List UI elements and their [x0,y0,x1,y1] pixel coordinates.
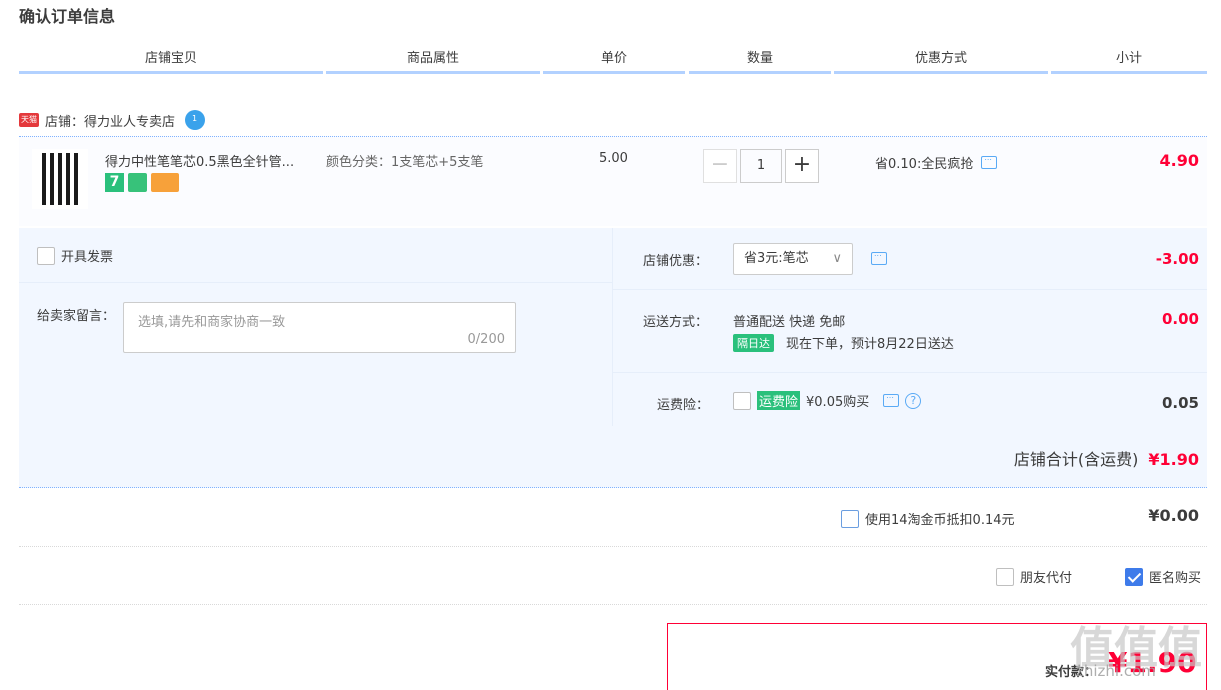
comment-icon[interactable] [871,249,887,265]
order-item-row: 得力中性笔笔芯0.5黑色全针管... 7 颜色分类：1支笔芯+5支笔 5.00 … [19,136,1207,226]
credit-card-icon [151,173,179,192]
memo-placeholder: 选填,请先和商家协商一致 [138,315,286,330]
guarantee-icon [128,173,147,192]
insurance-price: ¥0.05购买 [806,395,870,410]
insurance-option: 运费险 ¥0.05购买 ? [733,391,922,410]
quantity-input[interactable]: 1 [740,149,782,183]
help-icon[interactable]: ? [905,392,922,409]
shop-discount-select[interactable]: 省3元:笔芯 ∨ [733,243,853,275]
taojinbi-option[interactable]: 使用14淘金币抵扣0.14元 [841,509,1015,528]
shop-total-amount: ¥1.90 [1148,450,1199,469]
shop-header: 天猫 店铺：得力业人专卖店 [19,108,206,132]
memo-textarea[interactable]: 选填,请先和商家协商一致 0/200 [123,302,516,353]
taojinbi-checkbox[interactable] [841,509,859,528]
shop-discount-label: 店铺优惠： [643,254,709,269]
delivery-eta: 现在下单，预计8月22日送达 [786,337,954,352]
friend-pay-label: 朋友代付 [1020,571,1073,586]
friend-pay-option[interactable]: 朋友代付 [996,567,1072,586]
tmall-icon: 天猫 [19,113,39,127]
taojinbi-label: 使用14淘金币抵扣0.14元 [865,513,1015,528]
invoice-label: 开具发票 [61,250,114,265]
product-thumbnail[interactable] [32,149,88,209]
shop-discount-row: 店铺优惠： 省3元:笔芯 ∨ -3.00 [613,228,1207,290]
product-title-link[interactable]: 得力中性笔笔芯0.5黑色全针管... [105,151,320,170]
insurance-amount: 0.05 [1161,394,1199,412]
insurance-tag: 运费险 [757,391,801,410]
shop-discount-value: 省3元:笔芯 [744,251,809,266]
shop-total-label: 店铺合计(含运费) [1013,450,1139,469]
taojinbi-amount: ¥0.00 [1148,506,1199,525]
col-shop-item: 店铺宝贝 [19,48,323,74]
delivery-estimate: 隔日达 现在下单，预计8月22日送达 [733,333,954,352]
insurance-checkbox[interactable] [733,391,751,410]
invoice-checkbox[interactable] [37,246,55,265]
column-header: 店铺宝贝 商品属性 单价 数量 优惠方式 小计 [19,48,1207,74]
seven-day-return-icon: 7 [105,173,124,192]
shop-discount-amount: -3.00 [1155,250,1199,268]
insurance-row: 运费险： 运费险 ¥0.05购买 ? 0.05 [613,373,1207,426]
service-badges: 7 [105,173,179,192]
wangwang-chat-icon[interactable] [185,110,206,130]
delivery-options: 店铺优惠： 省3元:笔芯 ∨ -3.00 运送方式： 普通配送 快递 免邮 隔日… [613,228,1207,426]
quantity-increase-button[interactable]: + [785,149,819,183]
memo-char-count: 0/200 [467,332,505,347]
shipping-amount: 0.00 [1161,310,1199,328]
page-title: 确认订单信息 [19,7,116,26]
order-options-panel: 开具发票 给卖家留言： 选填,请先和商家协商一致 0/200 店铺优惠： 省3元… [19,228,1207,488]
memo-label: 给卖家留言： [37,309,116,324]
shipping-method: 普通配送 快递 免邮 [733,315,846,330]
quantity-decrease-button[interactable]: − [703,149,737,183]
col-discount: 优惠方式 [834,48,1048,74]
comment-icon[interactable] [883,391,900,407]
promotion-text: 省0.10:全民疯抢 [875,157,974,172]
invoice-option[interactable]: 开具发票 [37,246,113,265]
payment-options-row: 朋友代付 匿名购买 [19,548,1207,605]
shop-total: 店铺合计(含运费) ¥1.90 [1014,446,1199,470]
watermark-url: zhizhi.com [1076,662,1156,680]
anonymous-purchase-option[interactable]: 匿名购买 [1125,567,1201,586]
shop-name[interactable]: 店铺：得力业人专卖店 [45,111,175,130]
col-quantity: 数量 [689,48,831,74]
chevron-down-icon: ∨ [832,251,842,266]
product-attribute: 颜色分类：1支笔芯+5支笔 [326,155,484,170]
buyer-options: 开具发票 给卖家留言： 选填,请先和商家协商一致 0/200 [19,228,613,426]
shipping-label: 运送方式： [643,315,709,330]
quantity-stepper: − 1 + [703,149,819,183]
divider [19,282,613,283]
shipping-row: 运送方式： 普通配送 快递 免邮 隔日达 现在下单，预计8月22日送达 0.00 [613,290,1207,373]
col-subtotal: 小计 [1051,48,1207,74]
insurance-label: 运费险： [657,398,710,413]
anonymous-label: 匿名购买 [1149,571,1202,586]
col-unit-price: 单价 [543,48,685,74]
item-promotion: 省0.10:全民疯抢 [875,153,998,172]
comment-icon[interactable] [981,153,998,169]
friend-pay-checkbox[interactable] [996,567,1014,586]
item-subtotal: 4.90 [1159,151,1199,170]
next-day-badge: 隔日达 [733,333,774,352]
taojinbi-row: 使用14淘金币抵扣0.14元 ¥0.00 [19,490,1207,547]
col-attributes: 商品属性 [326,48,540,74]
unit-price: 5.00 [599,151,628,166]
anonymous-checkbox[interactable] [1125,567,1143,586]
